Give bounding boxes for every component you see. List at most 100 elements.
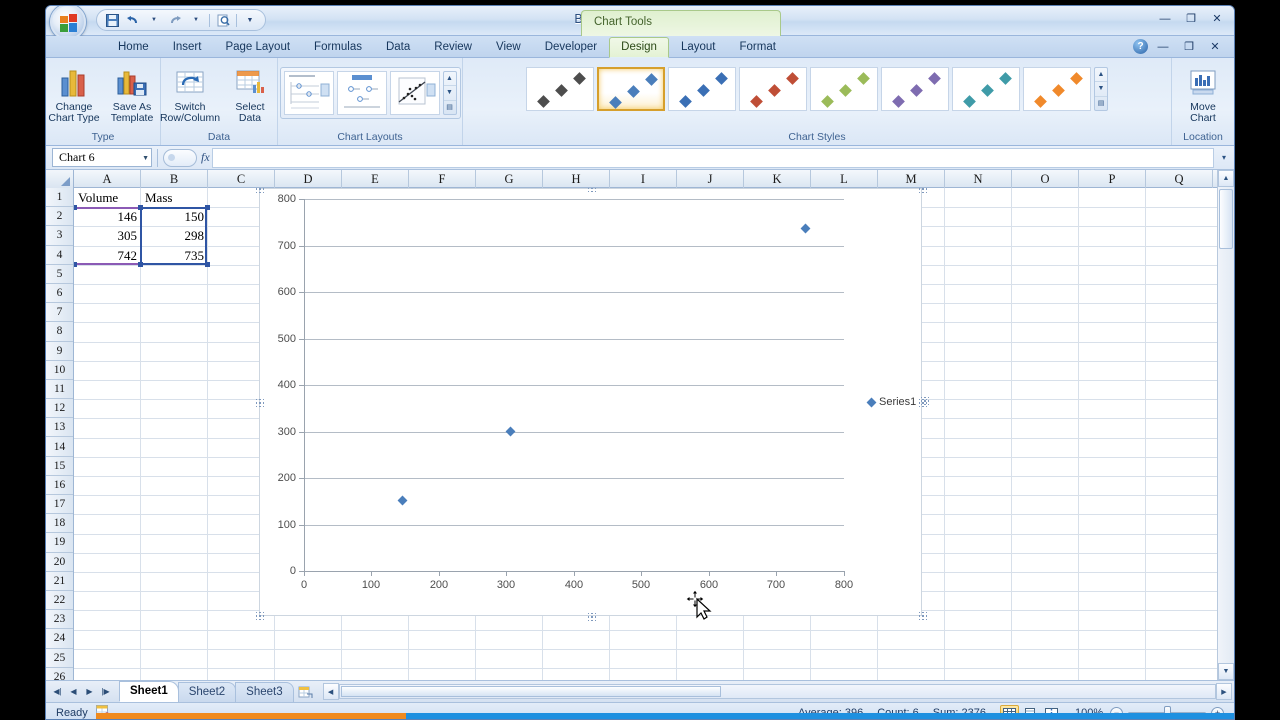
row-header-7[interactable]: 7 xyxy=(46,303,73,323)
cell-B1[interactable]: Mass xyxy=(145,190,172,206)
row-header-4[interactable]: 4 xyxy=(46,246,73,265)
formula-controls[interactable] xyxy=(163,148,197,167)
insert-worksheet-button[interactable] xyxy=(295,683,317,700)
selection-handle[interactable] xyxy=(138,205,143,210)
cell-B2[interactable]: 150 xyxy=(141,209,205,225)
cells-area[interactable]: Volume Mass 146 150 305 298 742 735 800 … xyxy=(74,188,1217,680)
row-header-24[interactable]: 24 xyxy=(46,629,73,649)
row-header-13[interactable]: 13 xyxy=(46,418,73,438)
chart-resize-handle-ml[interactable] xyxy=(255,398,265,408)
chart-style-4[interactable] xyxy=(739,67,807,111)
next-sheet-button[interactable]: ▶ xyxy=(82,684,97,699)
chart-resize-handle-bc[interactable] xyxy=(587,612,597,622)
column-header-J[interactable]: J xyxy=(677,170,744,188)
chart-styles-more[interactable]: ▤ xyxy=(1095,97,1107,110)
column-header-O[interactable]: O xyxy=(1012,170,1079,188)
prev-sheet-button[interactable]: ◀ xyxy=(66,684,81,699)
chart-layouts-more[interactable]: ▤ xyxy=(444,101,456,114)
row-header-2[interactable]: 2 xyxy=(46,207,73,227)
plot-area-handle-mr[interactable] xyxy=(920,396,930,406)
select-all-button[interactable] xyxy=(46,170,74,188)
row-header-1[interactable]: 1 xyxy=(46,188,73,208)
column-header-L[interactable]: L xyxy=(811,170,878,188)
cell-A1[interactable]: Volume xyxy=(78,190,118,206)
cancel-formula-icon[interactable] xyxy=(168,154,175,161)
row-header-6[interactable]: 6 xyxy=(46,284,73,304)
cell-A3[interactable]: 305 xyxy=(74,228,138,244)
row-header-12[interactable]: 12 xyxy=(46,399,73,419)
sheet-tab-sheet1[interactable]: Sheet1 xyxy=(119,681,179,702)
scroll-up-button[interactable]: ▲ xyxy=(1218,170,1234,187)
selection-handle[interactable] xyxy=(205,262,210,267)
column-header-F[interactable]: F xyxy=(409,170,476,188)
column-header-G[interactable]: G xyxy=(476,170,543,188)
chart-object[interactable]: 800 700 600 500 400 300 200 100 0 0 100 … xyxy=(255,188,930,622)
cell-A2[interactable]: 146 xyxy=(74,209,138,225)
chart-legend[interactable]: Series1 xyxy=(866,396,916,408)
expand-formula-bar-button[interactable]: ▾ xyxy=(1216,153,1232,162)
chart-layouts-scroll-up[interactable]: ▲ xyxy=(443,72,456,87)
chart-style-8[interactable] xyxy=(1023,67,1091,111)
column-header-P[interactable]: P xyxy=(1079,170,1146,188)
formula-input[interactable] xyxy=(211,147,1214,168)
minimize-button[interactable]: — xyxy=(1154,10,1176,27)
hscroll-right-button[interactable]: ▶ xyxy=(1216,683,1232,700)
cell-B4[interactable]: 735 xyxy=(141,248,205,264)
hscroll-left-button[interactable]: ◀ xyxy=(322,683,339,700)
tab-formulas[interactable]: Formulas xyxy=(302,37,374,57)
selection-handle[interactable] xyxy=(138,262,143,267)
tab-format[interactable]: Format xyxy=(727,37,787,57)
row-header-11[interactable]: 11 xyxy=(46,380,73,400)
chart-style-2[interactable] xyxy=(597,67,665,111)
chart-y-axis[interactable] xyxy=(304,199,305,572)
switch-row-column-button[interactable]: Switch Row/Column xyxy=(160,63,220,127)
column-header-D[interactable]: D xyxy=(275,170,342,188)
chart-resize-handle-bl[interactable] xyxy=(255,611,265,621)
name-box-dropdown-icon[interactable]: ▼ xyxy=(142,154,149,162)
chart-style-6[interactable] xyxy=(881,67,949,111)
chart-layout-thumb-2[interactable] xyxy=(336,71,387,115)
cell-B3[interactable]: 298 xyxy=(141,228,205,244)
row-header-20[interactable]: 20 xyxy=(46,553,73,572)
tab-insert[interactable]: Insert xyxy=(161,37,214,57)
insert-function-button[interactable]: fx xyxy=(201,150,210,165)
tab-view[interactable]: View xyxy=(484,37,533,57)
inner-minimize-button[interactable]: — xyxy=(1152,38,1174,55)
chart-layout-thumb-1[interactable] xyxy=(283,71,334,115)
move-chart-button[interactable]: Move Chart xyxy=(1175,63,1231,127)
horizontal-scrollbar[interactable] xyxy=(338,684,1216,699)
chart-resize-handle-tc[interactable] xyxy=(587,188,597,193)
column-header-H[interactable]: H xyxy=(543,170,610,188)
name-box[interactable]: Chart 6 ▼ xyxy=(52,148,152,167)
row-header-21[interactable]: 21 xyxy=(46,572,73,591)
first-sheet-button[interactable]: ◀| xyxy=(50,684,65,699)
select-data-button[interactable]: Select Data xyxy=(222,63,278,127)
close-button[interactable]: ✕ xyxy=(1206,10,1228,27)
change-chart-type-button[interactable]: Change Chart Type xyxy=(46,63,102,127)
help-icon[interactable]: ? xyxy=(1133,39,1148,54)
chart-layout-thumb-3[interactable] xyxy=(389,71,440,115)
save-as-template-button[interactable]: Save As Template xyxy=(104,63,160,127)
chart-style-3[interactable] xyxy=(668,67,736,111)
tab-home[interactable]: Home xyxy=(106,37,161,57)
vertical-scrollbar[interactable]: ▲ ▼ xyxy=(1217,170,1234,680)
restore-button[interactable]: ❐ xyxy=(1180,10,1202,27)
column-header-C[interactable]: C xyxy=(208,170,275,188)
row-header-22[interactable]: 22 xyxy=(46,591,73,611)
chart-styles-scroll-down[interactable]: ▼ xyxy=(1095,82,1107,97)
column-header-M[interactable]: M xyxy=(878,170,945,188)
row-header-19[interactable]: 19 xyxy=(46,533,73,553)
row-header-26[interactable]: 26 xyxy=(46,668,73,680)
row-header-5[interactable]: 5 xyxy=(46,265,73,284)
row-header-9[interactable]: 9 xyxy=(46,342,73,361)
cell-A4[interactable]: 742 xyxy=(74,248,138,264)
selection-handle[interactable] xyxy=(74,205,77,210)
scroll-down-button[interactable]: ▼ xyxy=(1218,663,1234,680)
row-header-3[interactable]: 3 xyxy=(46,226,73,246)
row-header-15[interactable]: 15 xyxy=(46,457,73,476)
chart-styles-scroll-up[interactable]: ▲ xyxy=(1095,68,1107,83)
row-header-16[interactable]: 16 xyxy=(46,476,73,495)
sheet-tab-sheet3[interactable]: Sheet3 xyxy=(235,681,294,702)
tab-developer[interactable]: Developer xyxy=(533,37,609,57)
inner-close-button[interactable]: ✕ xyxy=(1204,38,1226,55)
